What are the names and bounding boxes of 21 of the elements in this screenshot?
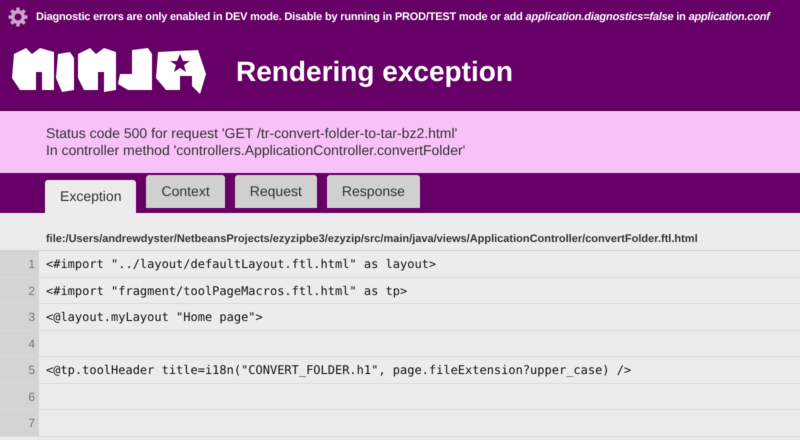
settings-icon (8, 7, 28, 27)
line-number: 6 (0, 384, 39, 409)
line-number: 2 (0, 278, 39, 303)
status-line: In controller method 'controllers.ApplicationController.convertFolder' (46, 142, 466, 159)
status-line: Status code 500 for request 'GET /tr-convert-folder-to-tar-bz2.html' (46, 125, 458, 142)
tab[interactable]: Context (146, 175, 225, 208)
line-number: 3 (0, 304, 39, 330)
file-path: file:/Users/andrewdyster/NetbeansProjects/ezyzipbe3/ezyzip/src/main/java/views/ApplicationController/convertFolder.ftl.html (46, 232, 698, 246)
code-line: <@tp.toolHeader title=i18n("CONVERT_FOLDER.h1", page.fileExtension?upper_case) /> (45, 362, 632, 379)
code-line: <#import "../layout/defaultLayout.ftl.html" as layout> (45, 256, 436, 273)
line-number: 7 (0, 410, 39, 436)
line-number: 1 (0, 251, 39, 276)
tab[interactable]: Response (326, 175, 420, 208)
page-title: Rendering exception (236, 55, 513, 89)
line-number: 5 (0, 357, 39, 382)
tab[interactable]: Exception (45, 180, 136, 213)
code-line: <#import "fragment/toolPageMacros.ftl.html" as tp> (45, 282, 408, 300)
code-line: <@layout.myLayout "Home page"> (45, 309, 263, 326)
diagnostic-notice: Diagnostic errors are only enabled in DEV mode. Disable by running in PROD/TEST mode or add application.diagnostics=false in application.conf (36, 10, 770, 25)
tab[interactable]: Request (234, 175, 317, 208)
line-number: 4 (0, 330, 39, 356)
